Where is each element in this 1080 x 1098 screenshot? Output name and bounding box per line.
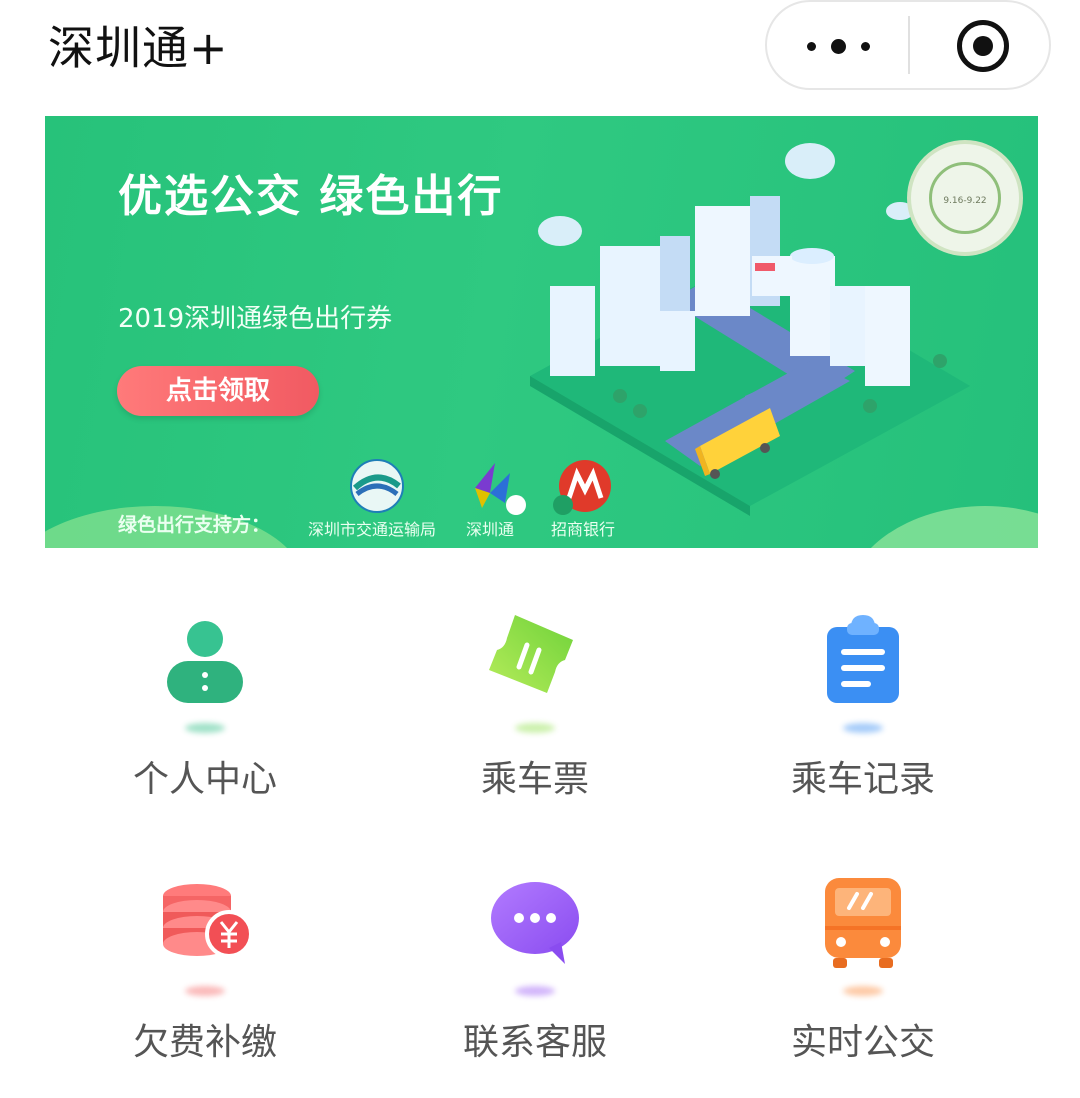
icon-shadow: [185, 986, 225, 996]
supporters-label: 绿色出行支持方：: [118, 514, 271, 536]
icon-shadow: [515, 986, 555, 996]
ticket-icon: [489, 615, 573, 693]
personal-center-tile[interactable]: 个人中心: [80, 615, 330, 835]
capsule-divider: [908, 16, 910, 74]
icon-shadow: [843, 723, 883, 733]
event-seal-logo: 9.16-9.22: [907, 140, 1023, 256]
transport-bureau-logo: [350, 459, 404, 513]
close-mini-program-icon[interactable]: [957, 20, 1009, 72]
coins-yen-icon: [163, 884, 253, 958]
bus-icon: [825, 878, 901, 968]
seal-dates: 9.16-9.22: [929, 162, 1001, 234]
customer-service-tile[interactable]: 联系客服: [410, 878, 660, 1098]
tile-label: 乘车票: [480, 759, 589, 800]
icon-shadow: [515, 723, 555, 733]
arrears-payment-tile[interactable]: 欠费补缴: [80, 878, 330, 1098]
tile-label: 个人中心: [132, 759, 277, 800]
realtime-bus-tile[interactable]: 实时公交: [738, 878, 988, 1098]
ride-ticket-tile[interactable]: 乘车票: [410, 615, 660, 835]
more-options-button[interactable]: [807, 28, 873, 64]
banner-subtitle: 2019深圳通绿色出行券: [118, 304, 393, 334]
tile-label: 联系客服: [462, 1022, 607, 1063]
tile-label: 乘车记录: [790, 759, 935, 800]
promo-banner[interactable]: 9.16-9.22 优选公交 绿色出行 2019深圳通绿色出行券 点击领取 绿色…: [45, 116, 1038, 548]
app-title: 深圳通+: [48, 21, 229, 75]
sponsor-label: 深圳市交通运输局: [308, 520, 437, 539]
banner-headline: 优选公交 绿色出行: [118, 171, 504, 222]
sponsor-label: 招商银行: [551, 520, 616, 539]
chat-bubble-icon: [491, 882, 579, 964]
carousel-dot[interactable]: [553, 495, 573, 515]
tile-label: 实时公交: [790, 1022, 935, 1063]
icon-shadow: [843, 986, 883, 996]
clipboard-icon: [827, 615, 899, 703]
claim-button[interactable]: 点击领取: [117, 366, 319, 416]
tile-label: 欠费补缴: [132, 1022, 277, 1063]
icon-shadow: [185, 723, 225, 733]
ride-records-tile[interactable]: 乘车记录: [738, 615, 988, 835]
carousel-dot-active[interactable]: [506, 495, 526, 515]
person-icon: [167, 621, 243, 703]
sponsor-label: 深圳通: [466, 520, 515, 539]
mini-program-capsule: [765, 0, 1051, 90]
